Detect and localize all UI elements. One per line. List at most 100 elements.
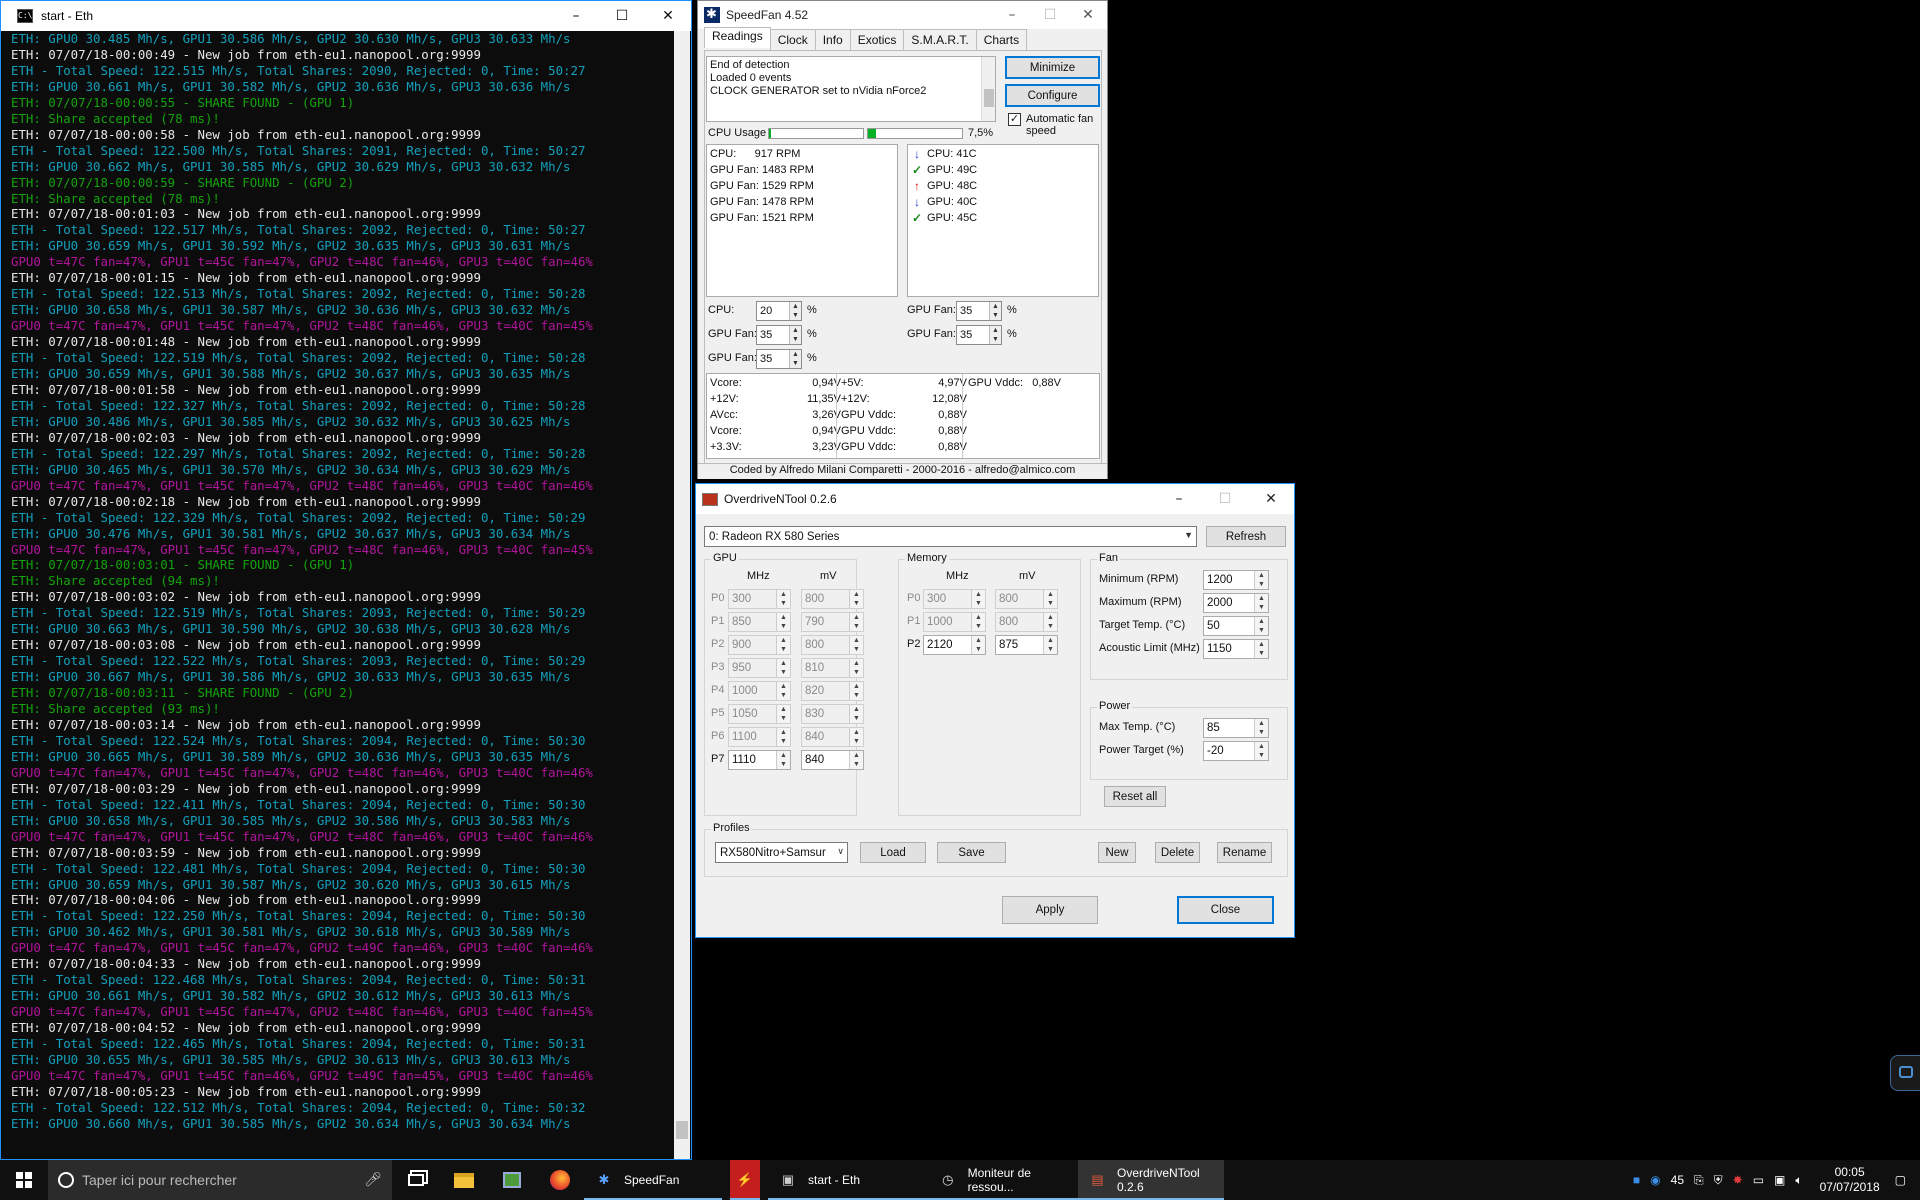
spinner-arrows[interactable]: ▲ ▼ [776, 590, 790, 608]
pstate-voltage-input[interactable]: 830 ▲ ▼ [801, 704, 864, 724]
minimize-to-tray-button[interactable]: Minimize [1005, 56, 1100, 79]
tab-charts[interactable]: Charts [975, 29, 1028, 50]
pstate-clock-input[interactable]: 1100 ▲ ▼ [728, 727, 791, 747]
taskbar-app[interactable]: ▣ start - Eth [768, 1160, 928, 1200]
setting-input[interactable]: -20 ▲ ▼ [1203, 741, 1269, 761]
spinner-arrows[interactable]: ▲ ▼ [776, 613, 790, 631]
gpu-fan-speed-spinner[interactable]: 35 ▲ ▼ [756, 349, 802, 369]
network-icon[interactable]: ▣ [1774, 1173, 1785, 1187]
profile-select[interactable]: RX580Nitro+Samsur ∨ [715, 842, 848, 863]
pstate-voltage-input[interactable]: 820 ▲ ▼ [801, 681, 864, 701]
close-dialog-button[interactable]: Close [1177, 896, 1274, 924]
gpu-fan-speed-spinner[interactable]: 35 ▲ ▼ [756, 325, 802, 345]
overdrive-window[interactable]: OverdriveNTool 0.2.6 – ☐ ✕ 0: Radeon RX … [695, 483, 1295, 938]
pstate-voltage-input[interactable]: 800 ▲ ▼ [995, 589, 1058, 609]
spinner-arrows[interactable]: ▲ ▼ [849, 728, 863, 746]
pstate-clock-input[interactable]: 850 ▲ ▼ [728, 612, 791, 632]
taskbar-app[interactable]: ⚡ [730, 1160, 760, 1200]
task-view-button[interactable] [392, 1160, 440, 1200]
speedfan-tray-icon[interactable]: ✸ [1733, 1173, 1743, 1187]
spinner-arrows[interactable]: ▲ ▼ [1254, 742, 1268, 760]
setting-input[interactable]: 50 ▲ ▼ [1203, 616, 1269, 636]
overdrive-titlebar[interactable]: OverdriveNTool 0.2.6 – ☐ ✕ [696, 484, 1294, 514]
usb-icon[interactable]: ⎘ [1694, 1173, 1704, 1188]
setting-input[interactable]: 85 ▲ ▼ [1203, 718, 1269, 738]
microphone-icon[interactable]: 🎤︎ [364, 1171, 382, 1188]
minimize-button[interactable]: – [993, 1, 1031, 29]
auto-fan-checkbox[interactable]: ✓ [1008, 113, 1021, 126]
notifications-icon[interactable]: ▢ [1895, 1173, 1906, 1187]
pstate-clock-input[interactable]: 1000 ▲ ▼ [728, 681, 791, 701]
tray-counter[interactable]: 45 [1671, 1173, 1684, 1187]
log-scrollbar[interactable] [981, 57, 995, 121]
spinner-arrows[interactable]: ▲ ▼ [1043, 590, 1057, 608]
side-panel-handle[interactable] [1890, 1055, 1920, 1091]
volume-icon[interactable]: 🔈︎ [1795, 1173, 1802, 1188]
auto-fan-speed-option[interactable]: ✓ Automatic fan speed [1008, 113, 1098, 137]
maximize-button[interactable]: ☐ [1202, 484, 1248, 514]
new-profile-button[interactable]: New [1098, 842, 1136, 863]
spinner-arrows[interactable]: ▲ ▼ [1043, 636, 1057, 654]
spinner-arrows[interactable]: ▲ ▼ [789, 326, 801, 344]
spinner-arrows[interactable]: ▲ ▼ [989, 326, 1001, 344]
pstate-clock-input[interactable]: 1110 ▲ ▼ [728, 750, 791, 770]
gpu-fan-speed-spinner[interactable]: 35 ▲ ▼ [956, 325, 1002, 345]
reset-all-button[interactable]: Reset all [1104, 786, 1166, 807]
clock[interactable]: 00:05 07/07/2018 [1820, 1165, 1880, 1195]
spinner-arrows[interactable]: ▲ ▼ [849, 659, 863, 677]
spinner-arrows[interactable]: ▲ ▼ [776, 682, 790, 700]
spinner-arrows[interactable]: ▲ ▼ [1254, 617, 1268, 635]
windows-defender-icon[interactable]: ■ [1633, 1173, 1640, 1187]
taskbar-search[interactable]: Taper ici pour rechercher 🎤︎ [48, 1160, 392, 1200]
load-profile-button[interactable]: Load [860, 842, 926, 863]
pstate-voltage-input[interactable]: 800 ▲ ▼ [801, 589, 864, 609]
tab-exotics[interactable]: Exotics [849, 29, 905, 50]
tab-info[interactable]: Info [814, 29, 851, 50]
spinner-arrows[interactable]: ▲ ▼ [776, 705, 790, 723]
console-titlebar[interactable]: C:\ start - Eth – ☐ ✕ [1, 1, 691, 31]
pstate-voltage-input[interactable]: 875 ▲ ▼ [995, 635, 1058, 655]
close-button[interactable]: ✕ [645, 1, 691, 31]
teamviewer-icon[interactable]: ◉ [1650, 1173, 1660, 1187]
tab-clock[interactable]: Clock [769, 29, 816, 50]
refresh-button[interactable]: Refresh [1206, 526, 1286, 547]
scrollbar-thumb[interactable] [984, 89, 994, 107]
spinner-arrows[interactable]: ▲ ▼ [776, 636, 790, 654]
spinner-arrows[interactable]: ▲ ▼ [1254, 640, 1268, 658]
pstate-voltage-input[interactable]: 800 ▲ ▼ [801, 635, 864, 655]
spinner-arrows[interactable]: ▲ ▼ [971, 613, 985, 631]
pstate-voltage-input[interactable]: 790 ▲ ▼ [801, 612, 864, 632]
spinner-arrows[interactable]: ▲ ▼ [849, 682, 863, 700]
spinner-arrows[interactable]: ▲ ▼ [1254, 719, 1268, 737]
spinner-arrows[interactable]: ▲ ▼ [849, 751, 863, 769]
pstate-clock-input[interactable]: 1000 ▲ ▼ [923, 612, 986, 632]
pstate-clock-input[interactable]: 950 ▲ ▼ [728, 658, 791, 678]
delete-profile-button[interactable]: Delete [1155, 842, 1200, 863]
spinner-arrows[interactable]: ▲ ▼ [776, 659, 790, 677]
rename-profile-button[interactable]: Rename [1217, 842, 1272, 863]
console-scrollbar[interactable] [674, 31, 690, 1159]
pstate-voltage-input[interactable]: 800 ▲ ▼ [995, 612, 1058, 632]
close-button[interactable]: ✕ [1069, 1, 1107, 29]
minimize-button[interactable]: – [553, 1, 599, 31]
spinner-arrows[interactable]: ▲ ▼ [849, 590, 863, 608]
pstate-voltage-input[interactable]: 840 ▲ ▼ [801, 750, 864, 770]
shield-icon[interactable]: ⛨ [1714, 1173, 1723, 1188]
save-profile-button[interactable]: Save [937, 842, 1006, 863]
minimize-button[interactable]: – [1156, 484, 1202, 514]
taskbar-app[interactable]: ◷ Moniteur de ressou... [928, 1160, 1078, 1200]
apply-button[interactable]: Apply [1002, 896, 1098, 924]
speedfan-window[interactable]: SpeedFan 4.52 – ☐ ✕ Readings Clock Info … [697, 0, 1108, 479]
pstate-clock-input[interactable]: 1050 ▲ ▼ [728, 704, 791, 724]
spinner-arrows[interactable]: ▲ ▼ [1043, 613, 1057, 631]
maximize-button[interactable]: ☐ [599, 1, 645, 31]
photos-button[interactable] [488, 1160, 536, 1200]
scrollbar-thumb[interactable] [676, 1121, 688, 1139]
tab-readings[interactable]: Readings [704, 27, 771, 48]
spinner-arrows[interactable]: ▲ ▼ [971, 636, 985, 654]
spinner-arrows[interactable]: ▲ ▼ [849, 636, 863, 654]
speedfan-titlebar[interactable]: SpeedFan 4.52 – ☐ ✕ [698, 1, 1107, 29]
cpu-speed-spinner[interactable]: 20 ▲ ▼ [756, 301, 802, 321]
setting-input[interactable]: 1200 ▲ ▼ [1203, 570, 1269, 590]
pstate-clock-input[interactable]: 300 ▲ ▼ [923, 589, 986, 609]
